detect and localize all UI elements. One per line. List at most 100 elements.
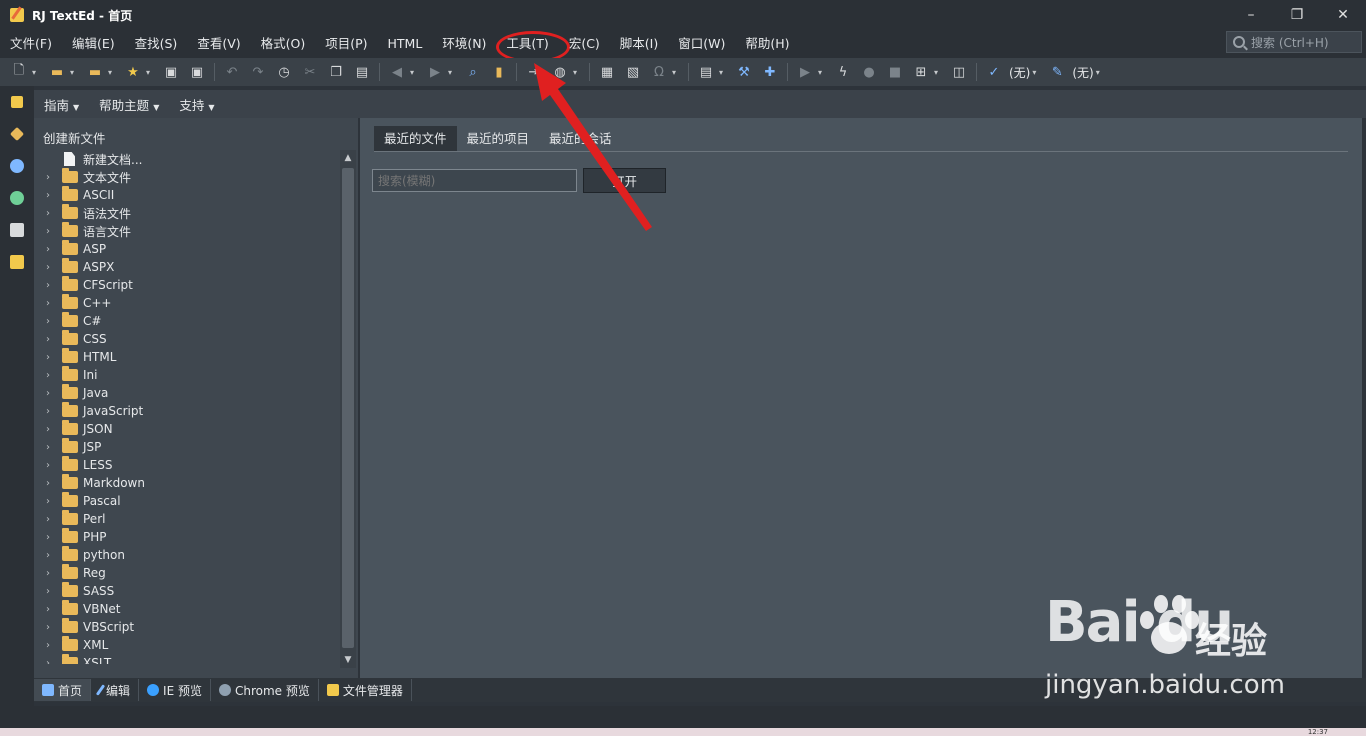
tree-folder-item[interactable]: › JavaScript bbox=[34, 402, 340, 420]
tree-folder-item[interactable]: › XML bbox=[34, 636, 340, 654]
layout-dropdown-icon[interactable]: ▾ bbox=[934, 68, 942, 77]
open-dropdown-icon[interactable]: ▾ bbox=[70, 68, 78, 77]
scroll-thumb[interactable] bbox=[342, 168, 354, 648]
tree-folder-item[interactable]: › Perl bbox=[34, 510, 340, 528]
tree-folder-item[interactable]: › 语法文件 bbox=[34, 204, 340, 222]
chevron-right-icon[interactable]: › bbox=[46, 316, 58, 327]
scroll-up-icon[interactable]: ▲ bbox=[340, 150, 356, 166]
tree-folder-item[interactable]: › C# bbox=[34, 312, 340, 330]
spellcheck-language[interactable]: (无) bbox=[1009, 64, 1030, 81]
chevron-right-icon[interactable]: › bbox=[46, 424, 58, 435]
tab-home[interactable]: 首页 bbox=[34, 679, 92, 701]
menu-view[interactable]: 查看(V) bbox=[187, 30, 250, 58]
tab-recent-files[interactable]: 最近的文件 bbox=[374, 126, 457, 151]
menu-file[interactable]: 文件(F) bbox=[0, 30, 62, 58]
omega-icon[interactable]: Ω bbox=[648, 61, 670, 83]
chevron-right-icon[interactable]: › bbox=[46, 406, 58, 417]
chevron-right-icon[interactable]: › bbox=[46, 586, 58, 597]
favorite-folder-icon[interactable]: ▬ bbox=[84, 61, 106, 83]
spellcheck-dropdown-icon[interactable]: ▾ bbox=[1032, 68, 1040, 77]
chevron-right-icon[interactable]: › bbox=[46, 334, 58, 345]
support-menu[interactable]: 支持 ▼ bbox=[169, 95, 224, 114]
tree-view-icon[interactable] bbox=[0, 86, 34, 118]
chevron-right-icon[interactable]: › bbox=[46, 568, 58, 579]
menu-tools[interactable]: 工具(T) bbox=[496, 30, 571, 63]
style-selector[interactable]: (无) bbox=[1072, 64, 1093, 81]
chevron-right-icon[interactable]: › bbox=[46, 190, 58, 201]
menu-macro[interactable]: 宏(C) bbox=[559, 30, 610, 58]
chevron-right-icon[interactable]: › bbox=[46, 226, 58, 237]
tree-folder-item[interactable]: › ASP bbox=[34, 240, 340, 258]
fuzzy-search-input[interactable] bbox=[372, 169, 577, 192]
chevron-right-icon[interactable]: › bbox=[46, 478, 58, 489]
tag-icon[interactable] bbox=[0, 118, 34, 150]
tree-folder-item[interactable]: › ASCII bbox=[34, 186, 340, 204]
help-topics-menu[interactable]: 帮助主题 ▼ bbox=[89, 95, 169, 114]
print-dropdown-icon[interactable]: ▾ bbox=[719, 68, 727, 77]
back-dropdown-icon[interactable]: ▾ bbox=[410, 68, 418, 77]
tree-folder-item[interactable]: › C++ bbox=[34, 294, 340, 312]
new-document-item[interactable]: 新建文档... bbox=[34, 150, 340, 168]
close-button[interactable]: ✕ bbox=[1320, 0, 1366, 30]
copy-icon[interactable]: ❐ bbox=[325, 61, 347, 83]
global-search-input[interactable]: 搜索 (Ctrl+H) bbox=[1226, 31, 1362, 53]
image-icon[interactable]: ▧ bbox=[622, 61, 644, 83]
tree-folder-item[interactable]: › PHP bbox=[34, 528, 340, 546]
menu-help[interactable]: 帮助(H) bbox=[735, 30, 799, 58]
plugin-icon[interactable]: ✚ bbox=[759, 61, 781, 83]
stop-icon[interactable]: ■ bbox=[884, 61, 906, 83]
chevron-right-icon[interactable]: › bbox=[46, 442, 58, 453]
restore-button[interactable]: ❐ bbox=[1274, 0, 1320, 30]
tree-folder-item[interactable]: › Markdown bbox=[34, 474, 340, 492]
chevron-right-icon[interactable]: › bbox=[46, 658, 58, 665]
tree-folder-item[interactable]: › 语言文件 bbox=[34, 222, 340, 240]
tree-folder-item[interactable]: › Pascal bbox=[34, 492, 340, 510]
tools-icon[interactable]: ⚒ bbox=[733, 61, 755, 83]
globe-check-icon[interactable] bbox=[0, 182, 34, 214]
tree-folder-item[interactable]: › XSLT bbox=[34, 654, 340, 664]
tab-chrome-preview[interactable]: Chrome 预览 bbox=[211, 679, 319, 701]
chevron-right-icon[interactable]: › bbox=[46, 496, 58, 507]
chevron-right-icon[interactable]: › bbox=[46, 352, 58, 363]
tree-folder-item[interactable]: › ASPX bbox=[34, 258, 340, 276]
menu-html[interactable]: HTML bbox=[378, 30, 433, 58]
minimize-button[interactable]: – bbox=[1228, 0, 1274, 30]
tree-folder-item[interactable]: › Java bbox=[34, 384, 340, 402]
chevron-right-icon[interactable]: › bbox=[46, 640, 58, 651]
style-dropdown-icon[interactable]: ▾ bbox=[1096, 68, 1104, 77]
tab-edit[interactable]: 编辑 bbox=[91, 679, 140, 701]
tab-file-manager[interactable]: 文件管理器 bbox=[319, 679, 412, 701]
tree-folder-item[interactable]: › CFScript bbox=[34, 276, 340, 294]
tab-ie-preview[interactable]: IE 预览 bbox=[139, 679, 211, 701]
tree-folder-item[interactable]: › VBScript bbox=[34, 618, 340, 636]
spellcheck-icon[interactable]: ✓ bbox=[983, 61, 1005, 83]
globe-icon[interactable] bbox=[0, 150, 34, 182]
tree-folder-item[interactable]: › CSS bbox=[34, 330, 340, 348]
save-icon[interactable]: ▣ bbox=[160, 61, 182, 83]
print-icon[interactable]: ▤ bbox=[695, 61, 717, 83]
play-icon[interactable]: ▶ bbox=[794, 61, 816, 83]
chevron-right-icon[interactable]: › bbox=[46, 262, 58, 273]
tree-scrollbar[interactable]: ▲ ▼ bbox=[340, 150, 356, 668]
menu-format[interactable]: 格式(O) bbox=[251, 30, 316, 58]
star-icon[interactable]: ★ bbox=[122, 61, 144, 83]
new-file-icon[interactable]: 🗋 bbox=[8, 61, 30, 83]
menu-project[interactable]: 项目(P) bbox=[315, 30, 377, 58]
tree-folder-item[interactable]: › Reg bbox=[34, 564, 340, 582]
new-file-dropdown-icon[interactable]: ▾ bbox=[32, 68, 40, 77]
menu-window[interactable]: 窗口(W) bbox=[668, 30, 735, 58]
paste-icon[interactable]: ▤ bbox=[351, 61, 373, 83]
tab-recent-projects[interactable]: 最近的项目 bbox=[457, 126, 540, 151]
globe-icon[interactable]: ◍ bbox=[549, 61, 571, 83]
star-dropdown-icon[interactable]: ▾ bbox=[146, 68, 154, 77]
chevron-right-icon[interactable]: › bbox=[46, 622, 58, 633]
tree-folder-item[interactable]: › LESS bbox=[34, 456, 340, 474]
omega-dropdown-icon[interactable]: ▾ bbox=[672, 68, 680, 77]
chevron-right-icon[interactable]: › bbox=[46, 298, 58, 309]
chevron-right-icon[interactable]: › bbox=[46, 280, 58, 291]
history-icon[interactable]: ◷ bbox=[273, 61, 295, 83]
find-icon[interactable]: ⌕ bbox=[462, 61, 484, 83]
clipboard-stack-icon[interactable] bbox=[0, 214, 34, 246]
tree-folder-item[interactable]: › 文本文件 bbox=[34, 168, 340, 186]
tree-folder-item[interactable]: › JSON bbox=[34, 420, 340, 438]
